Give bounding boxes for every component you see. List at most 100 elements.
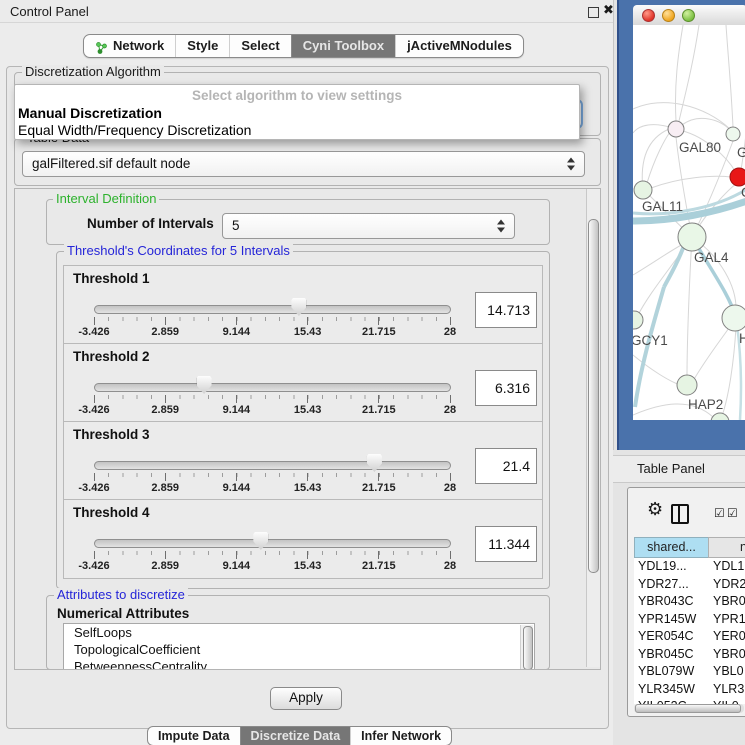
scrollbar-thumb[interactable] (635, 704, 741, 713)
network-canvas[interactable]: GAL80GACGAL11GAL4GCY1HHAP2 (633, 25, 745, 420)
cell-name: YDL1 (713, 558, 744, 576)
attribute-item[interactable]: TopologicalCoefficient (64, 641, 534, 658)
close-icon[interactable]: ✖ (603, 3, 614, 18)
tab-network[interactable]: Network (84, 35, 175, 57)
attribute-item[interactable]: BetweennessCentrality (64, 658, 534, 670)
table-row[interactable]: YDR27...YDR2 (634, 576, 745, 594)
table-data-combobox[interactable]: galFiltered.sif default node (22, 151, 585, 177)
algorithm-group-label: Discretization Algorithm (22, 65, 164, 79)
table-row[interactable]: YBR043CYBR0 (634, 593, 745, 611)
panel-vertical-scrollbar[interactable] (586, 189, 600, 667)
threshold-2-panel: Threshold 2 -3.4262.8599.14415.4321.7152… (63, 343, 543, 423)
tick-label: 15.43 (294, 326, 322, 338)
checkbox-icon[interactable]: ☑ (714, 506, 725, 520)
network-node-gal4[interactable] (678, 223, 706, 251)
float-window-icon[interactable] (588, 7, 599, 18)
network-window: GAL80GACGAL11GAL4GCY1HHAP2 (617, 0, 745, 450)
network-node-label: HAP2 (688, 397, 723, 412)
column-header-name[interactable]: na (708, 537, 745, 558)
table-row[interactable]: YBL079W YBL0 (634, 663, 745, 681)
network-node-top-right[interactable] (726, 127, 740, 141)
column-header-shared-name[interactable]: shared... (634, 537, 709, 558)
network-node-gcy1[interactable] (633, 311, 643, 329)
table-row[interactable]: YPR145WYPR1 (634, 611, 745, 629)
table-row[interactable]: YLR345WYLR3 (634, 681, 745, 699)
table-panel-title: Table Panel (637, 461, 705, 476)
threshold-2-value-field[interactable]: 6.316 (475, 370, 537, 406)
threshold-4-value-field[interactable]: 11.344 (475, 526, 537, 562)
threshold-2-label: Threshold 2 (73, 349, 150, 364)
tick-label: 9.144 (223, 560, 251, 572)
cell-name: YLR3 (713, 681, 744, 699)
minimize-button[interactable] (662, 9, 675, 22)
threshold-3-panel: Threshold 3 -3.4262.8599.14415.4321.7152… (63, 421, 543, 501)
cell-shared-name: YER054C (638, 628, 694, 646)
tick-label: 21.715 (362, 560, 396, 572)
tab-impute-data[interactable]: Impute Data (148, 727, 240, 745)
slider-tick-labels: -3.4262.8599.14415.4321.71528 (94, 404, 450, 417)
tick-label: -3.426 (78, 560, 109, 572)
network-node-label: C (741, 185, 745, 200)
network-node-h[interactable] (722, 305, 745, 331)
network-node-hap2[interactable] (677, 375, 697, 395)
major-tick (165, 395, 166, 403)
threshold-3-value-field[interactable]: 21.4 (475, 448, 537, 484)
major-tick (236, 317, 237, 325)
tick-label: 15.43 (294, 404, 322, 416)
cell-name: YDR2 (713, 576, 745, 594)
network-node-label: H (739, 331, 745, 346)
tab-discretize-data[interactable]: Discretize Data (240, 727, 351, 745)
split-view-icon[interactable] (671, 504, 689, 524)
table-panel: ⚙ ☑ ☑ shared... na YDL19...YDL1YDR27...Y… (627, 487, 745, 717)
network-node-gal80[interactable] (668, 121, 684, 137)
dropdown-option-manual[interactable]: Manual Discretization (18, 105, 162, 121)
cell-name: YBL0 (713, 663, 744, 681)
cell-shared-name: YBL079W (638, 663, 694, 681)
tab-cyni-toolbox[interactable]: Cyni Toolbox (291, 35, 395, 57)
scrollbar-thumb[interactable] (523, 626, 533, 670)
cell-name: YER0 (713, 628, 745, 646)
major-tick (94, 473, 95, 481)
table-rows: YDL19...YDL1YDR27...YDR2YBR043CYBR0YPR14… (634, 558, 745, 704)
tick-label: 2.859 (151, 482, 179, 494)
tick-label: 9.144 (223, 482, 251, 494)
threshold-1-slider-track[interactable] (94, 305, 451, 314)
network-node-label: GAL4 (694, 250, 729, 265)
threshold-4-slider-track[interactable] (94, 539, 451, 548)
close-button[interactable] (642, 9, 655, 22)
table-horizontal-scrollbar[interactable] (634, 704, 744, 713)
tab-select[interactable]: Select (229, 35, 290, 57)
tab-infer-network[interactable]: Infer Network (350, 727, 451, 745)
major-tick (94, 551, 95, 559)
tick-label: -3.426 (78, 326, 109, 338)
zoom-button[interactable] (682, 9, 695, 22)
tab-style[interactable]: Style (175, 35, 229, 57)
network-node-label: GAL11 (642, 199, 683, 214)
network-node-red[interactable] (730, 168, 745, 186)
table-row[interactable]: YBR045CYBR0 (634, 646, 745, 664)
major-tick (378, 317, 379, 325)
major-tick (94, 395, 95, 403)
tab-label: jActiveMNodules (407, 35, 512, 57)
number-of-intervals-combobox[interactable]: 5 (222, 213, 515, 239)
checkbox-icon[interactable]: ☑ (727, 506, 738, 520)
table-row[interactable]: YDL19...YDL1 (634, 558, 745, 576)
cell-name: YBR0 (713, 593, 745, 611)
threshold-2-slider-track[interactable] (94, 383, 451, 392)
attribute-item[interactable]: SelfLoops (64, 624, 534, 641)
dropdown-option-equal-width[interactable]: Equal Width/Frequency Discretization (18, 122, 251, 138)
threshold-1-value-field[interactable]: 14.713 (475, 292, 537, 328)
scrollbar-thumb[interactable] (588, 219, 599, 573)
tab-label: Cyni Toolbox (303, 35, 384, 57)
table-row[interactable]: YER054C YER0 (634, 628, 745, 646)
control-panel: Control Panel ✖ NetworkStyleSelectCyni T… (0, 0, 614, 745)
tab-jactivemnodules[interactable]: jActiveMNodules (395, 35, 523, 57)
network-node-partial-bottom[interactable] (711, 413, 729, 420)
threshold-4-label: Threshold 4 (73, 505, 150, 520)
threshold-3-slider-track[interactable] (94, 461, 451, 470)
major-tick (307, 551, 308, 559)
network-node-gal11[interactable] (634, 181, 652, 199)
attributes-list-scrollbar[interactable] (520, 625, 533, 670)
apply-button[interactable]: Apply (270, 687, 342, 710)
gear-icon[interactable]: ⚙ (647, 499, 663, 520)
